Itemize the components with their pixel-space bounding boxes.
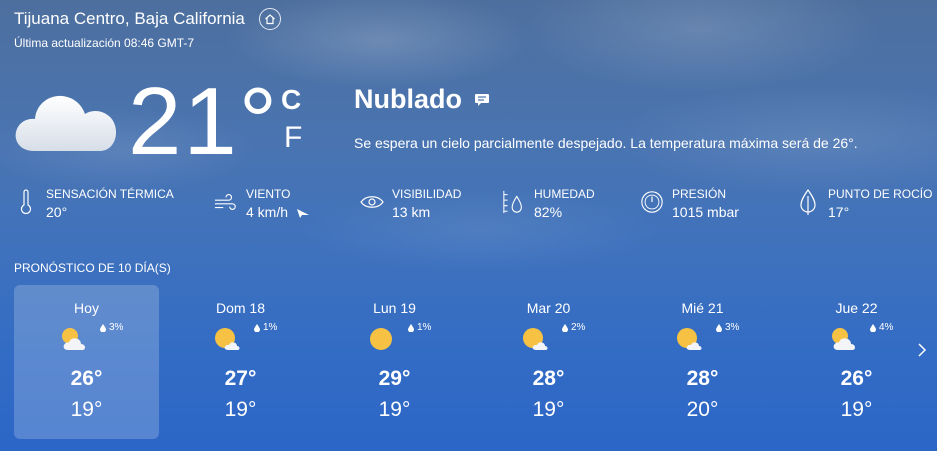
thermometer-icon [14, 187, 38, 217]
raindrop-icon [562, 323, 568, 332]
forecast-high: 28° [532, 367, 565, 390]
unit-celsius-toggle[interactable]: C [281, 84, 301, 116]
stat-value-row: 4 km/h [246, 204, 310, 220]
stat-value: 17° [828, 204, 850, 220]
forecast-low: 19° [532, 398, 565, 421]
forecast-day-card[interactable]: Jue 22 4% 26° 19° [784, 285, 929, 439]
precip-value: 1% [263, 322, 278, 333]
precip-value: 4% [879, 322, 894, 333]
forecast-low: 20° [686, 398, 719, 421]
forecast-day: Jue 22 [835, 300, 878, 316]
last-updated: Última actualización 08:46 GMT-7 [14, 36, 195, 50]
forecast-day-card[interactable]: Mié 21 3% 28° 20° [630, 285, 775, 439]
humidity-icon [502, 187, 526, 217]
mostly-sunny-icon [215, 328, 240, 350]
forecast-description: Se espera un cielo parcialmente despejad… [354, 135, 858, 151]
condition-label: Nublado [354, 84, 462, 114]
stat-label: PRESIÓN [672, 187, 727, 201]
location-header: Tijuana Centro, Baja California [14, 8, 281, 30]
cloud-icon [15, 95, 117, 151]
raindrop-icon [870, 323, 876, 332]
forecast-low: 19° [378, 398, 411, 421]
forecast-day-card[interactable]: Lun 19 1% 29° 19° [322, 285, 467, 439]
forecast-day-card[interactable]: Mar 20 2% 28° 19° [476, 285, 621, 439]
forecast-low: 19° [70, 398, 103, 421]
precip-value: 3% [109, 322, 124, 333]
forecast-low: 19° [840, 398, 873, 421]
forecast-high: 27° [224, 367, 257, 390]
wind-icon [214, 187, 238, 217]
stat-value: 4 km/h [246, 204, 289, 220]
stat-value: 13 km [392, 204, 431, 220]
current-temperature: 21° [128, 68, 280, 175]
partly-cloudy-icon [832, 328, 855, 350]
forecast-low: 19° [224, 398, 257, 421]
stat-value: 20° [46, 204, 68, 220]
precip-value: 2% [571, 322, 586, 333]
dew-icon [796, 187, 820, 217]
stat-feels-like[interactable]: SENSACIÓN TÉRMICA 20° [14, 187, 174, 220]
stat-value: 1015 mbar [672, 204, 739, 220]
stat-label: PUNTO DE ROCÍO [828, 187, 933, 201]
forecast-day: Lun 19 [373, 300, 416, 316]
unit-fahrenheit-toggle[interactable]: F [284, 121, 302, 155]
forecast-high: 29° [378, 367, 411, 390]
stat-dew-point[interactable]: PUNTO DE ROCÍO 17° [796, 187, 932, 220]
forecast-day: Mié 21 [681, 300, 724, 316]
sunny-icon [370, 328, 392, 350]
stat-value: 82% [534, 204, 563, 220]
raindrop-icon [408, 323, 414, 332]
forecast-day: Hoy [74, 300, 99, 316]
message-icon[interactable] [474, 93, 490, 107]
raindrop-icon [254, 323, 260, 332]
condition-row: Nublado [354, 84, 490, 115]
home-button[interactable] [258, 8, 281, 30]
precip-chance: 4% [870, 322, 893, 333]
stat-label: VISIBILIDAD [392, 187, 462, 201]
wind-direction-icon [296, 209, 309, 219]
stat-label: SENSACIÓN TÉRMICA [46, 187, 174, 201]
home-icon [264, 14, 275, 25]
mostly-sunny-icon [523, 328, 548, 350]
stat-pressure[interactable]: PRESIÓN 1015 mbar [640, 187, 739, 220]
forecast-day-card[interactable]: Hoy 3% 26° 19° [14, 285, 159, 439]
forecast-high: 28° [686, 367, 719, 390]
raindrop-icon [100, 323, 106, 332]
partly-cloudy-icon [62, 328, 85, 350]
stat-label: HUMEDAD [534, 187, 595, 201]
precip-chance: 1% [254, 322, 277, 333]
precip-chance: 2% [562, 322, 585, 333]
precip-value: 1% [417, 322, 432, 333]
stat-label: VIENTO [246, 187, 291, 201]
precip-chance: 3% [100, 322, 123, 333]
precip-chance: 3% [716, 322, 739, 333]
forecast-high: 26° [70, 367, 103, 390]
chevron-right-icon[interactable] [914, 340, 930, 360]
stat-wind[interactable]: VIENTO 4 km/h [214, 187, 310, 220]
stat-humidity[interactable]: HUMEDAD 82% [502, 187, 595, 220]
location-name[interactable]: Tijuana Centro, Baja California [14, 9, 245, 29]
precip-chance: 1% [408, 322, 431, 333]
forecast-high: 26° [840, 367, 873, 390]
raindrop-icon [716, 323, 722, 332]
forecast-day-card[interactable]: Dom 18 1% 27° 19° [168, 285, 313, 439]
mostly-sunny-icon [677, 328, 702, 350]
eye-icon [360, 187, 384, 217]
precip-value: 3% [725, 322, 740, 333]
gauge-icon [640, 187, 664, 217]
forecast-title: PRONÓSTICO DE 10 DÍA(S) [14, 261, 171, 275]
forecast-day: Mar 20 [526, 300, 571, 316]
forecast-day: Dom 18 [215, 300, 266, 316]
stat-visibility[interactable]: VISIBILIDAD 13 km [360, 187, 461, 220]
